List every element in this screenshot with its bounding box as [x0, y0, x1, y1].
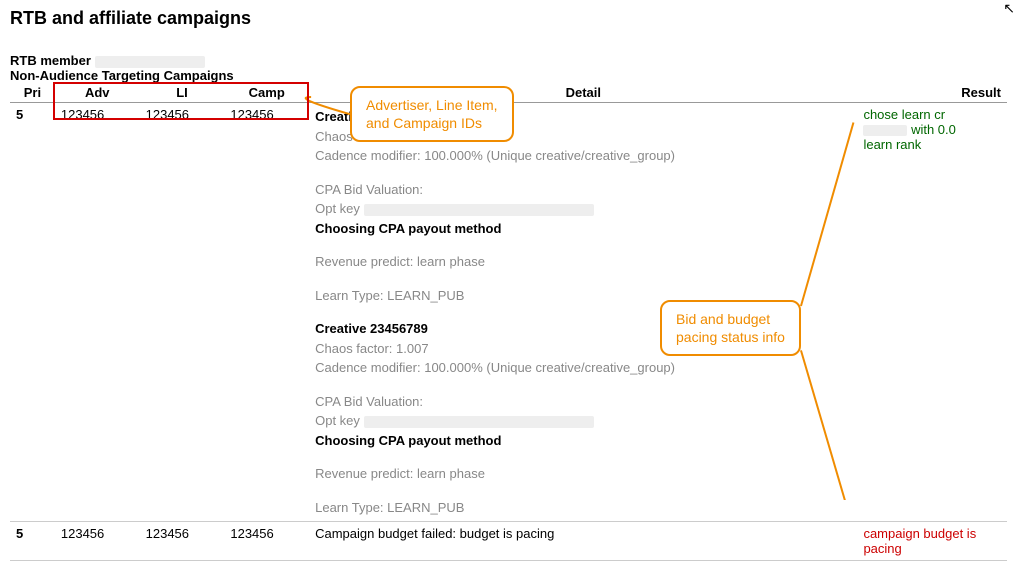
section-title: Non-Audience Targeting Campaigns: [10, 68, 1007, 83]
table-row: 5 123456 123456 123456 Campaign budget f…: [10, 522, 1007, 561]
page-title: RTB and affiliate campaigns: [10, 8, 1007, 29]
cell-camp: 123456: [224, 522, 309, 561]
campaign-table: Pri Adv LI Camp Detail Result 5 123456 1…: [10, 83, 1007, 561]
cell-result: chose learn cr with 0.0 learn rank: [857, 103, 1007, 522]
cursor-icon: ↖: [1003, 0, 1015, 17]
cell-result: campaign budget is pacing: [857, 522, 1007, 561]
cell-li: 123456: [140, 522, 225, 561]
creative-cadence: Cadence modifier: 100.000% (Unique creat…: [315, 358, 851, 378]
choosing-method: Choosing CPA payout method: [315, 431, 851, 451]
learn-type: Learn Type: LEARN_PUB: [315, 498, 851, 518]
result-line: campaign budget is: [863, 526, 1001, 541]
cell-adv: 123456: [55, 103, 140, 522]
col-li: LI: [140, 83, 225, 103]
result-line: learn rank: [863, 137, 1001, 152]
cell-li: 123456: [140, 103, 225, 522]
callout-pacing: Bid and budget pacing status info: [660, 300, 801, 356]
col-camp: Camp: [224, 83, 309, 103]
rtb-member-line: RTB member: [10, 53, 1007, 68]
opt-key-line: Opt key: [315, 199, 851, 219]
cell-pri: 5: [10, 522, 55, 561]
result-line: pacing: [863, 541, 1001, 556]
revenue-predict: Revenue predict: learn phase: [315, 252, 851, 272]
cell-camp: 123456: [224, 103, 309, 522]
creative-cadence: Cadence modifier: 100.000% (Unique creat…: [315, 146, 851, 166]
col-pri: Pri: [10, 83, 55, 103]
cell-pri: 5: [10, 103, 55, 522]
cpa-header: CPA Bid Valuation:: [315, 392, 851, 412]
cell-adv: 123456: [55, 522, 140, 561]
col-adv: Adv: [55, 83, 140, 103]
result-line: chose learn cr: [863, 107, 1001, 122]
choosing-method: Choosing CPA payout method: [315, 219, 851, 239]
col-result: Result: [857, 83, 1007, 103]
result-line: with 0.0: [863, 122, 1001, 137]
revenue-predict: Revenue predict: learn phase: [315, 464, 851, 484]
opt-key-line: Opt key: [315, 411, 851, 431]
table-row: 5 123456 123456 123456 Creative 12345678…: [10, 103, 1007, 522]
cpa-header: CPA Bid Valuation:: [315, 180, 851, 200]
cell-detail: Campaign budget failed: budget is pacing: [309, 522, 857, 561]
callout-ids: Advertiser, Line Item, and Campaign IDs: [350, 86, 514, 142]
